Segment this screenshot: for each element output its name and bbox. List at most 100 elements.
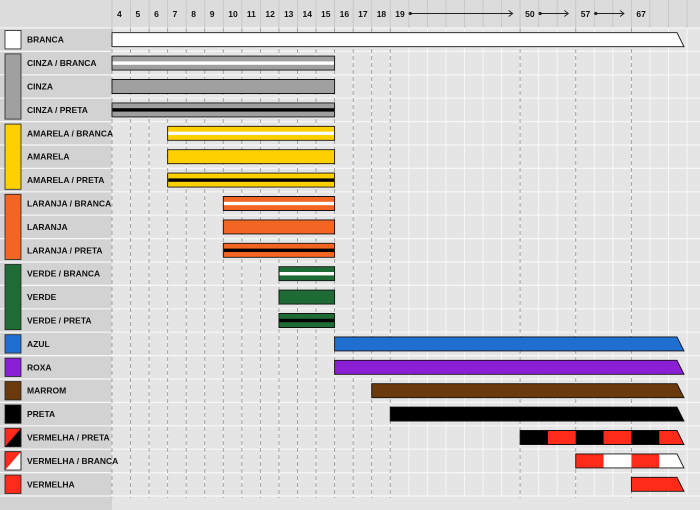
bar-vermelha-preta-segment xyxy=(547,430,577,445)
row-label-laranja-preta: LARANJA / PRETA xyxy=(27,245,103,255)
swatch-azul xyxy=(4,334,22,354)
swatch-verde xyxy=(4,264,22,331)
row-label-cinza: CINZA xyxy=(27,82,53,92)
bar-preta-body xyxy=(389,406,685,422)
swatch-roxa xyxy=(4,357,22,377)
swatch-marrom xyxy=(4,381,22,401)
row-label-vermelha-branca: VERMELHA / BRANCA xyxy=(27,456,118,466)
bar-laranja-preta xyxy=(222,242,336,258)
x-tick-label-12: 12 xyxy=(265,9,275,19)
x-tick-label-10: 10 xyxy=(228,9,238,19)
row-label-marrom: MARROM xyxy=(27,386,66,396)
bar-laranja-preta-stripe xyxy=(223,248,334,252)
x-tick-label-6: 6 xyxy=(154,9,159,19)
row-label-branca: BRANCA xyxy=(27,35,64,45)
bar-cinza-body xyxy=(111,79,336,94)
row-label-azul: AZUL xyxy=(27,339,50,349)
row-label-preta: PRETA xyxy=(27,409,55,419)
bar-amarela-preta-stripe xyxy=(168,178,334,182)
bar-vermelha-preta-segments xyxy=(520,430,684,445)
row-label-laranja-branca: LARANJA / BRANCA xyxy=(27,199,111,209)
x-tick-label-16: 16 xyxy=(340,9,350,19)
bar-cinza-branca-stripe xyxy=(112,61,334,65)
bar-marrom xyxy=(371,383,685,399)
swatch-vermelha xyxy=(4,474,22,494)
bar-laranja-branca xyxy=(222,196,336,211)
bar-vermelha-preta-segment xyxy=(631,430,660,445)
x-tick-label-17: 17 xyxy=(358,9,368,19)
swatch-preta xyxy=(4,404,22,424)
bar-azul-body xyxy=(334,336,685,352)
bar-vermelha-preta-segment xyxy=(603,430,632,445)
swatch-laranja xyxy=(4,193,22,260)
bar-laranja-branca-stripe xyxy=(223,201,334,206)
bar-vermelha-branca-segment xyxy=(603,453,632,468)
swatch-cinza xyxy=(4,53,22,120)
row-label-cinza-preta: CINZA / PRETA xyxy=(27,105,88,115)
bar-vermelha-preta xyxy=(519,430,685,445)
x-tick-label-18: 18 xyxy=(377,9,387,19)
bar-cinza-branca xyxy=(111,55,336,71)
bar-laranja-body xyxy=(222,219,336,235)
x-arrow-dot-19 xyxy=(408,11,412,16)
bar-amarela-branca xyxy=(167,125,336,141)
x-tick-label-15: 15 xyxy=(321,9,331,19)
x-arrow-dot-50 xyxy=(538,11,542,16)
bar-amarela-preta xyxy=(167,172,336,188)
bar-vermelha-branca-segment xyxy=(631,453,660,468)
row-label-verde: VERDE xyxy=(27,292,57,302)
bar-vermelha-body xyxy=(630,476,685,492)
swatch-branca xyxy=(4,30,22,50)
x-tick-label-57: 57 xyxy=(581,9,591,19)
bar-vermelha-preta-segment xyxy=(575,430,605,445)
bar-verde-preta-stripe xyxy=(279,318,334,323)
bar-azul xyxy=(334,336,685,352)
bar-marrom-body xyxy=(371,383,685,399)
bar-vermelha-branca-segments xyxy=(575,453,684,468)
x-tick-label-5: 5 xyxy=(136,9,141,19)
x-tick-label-4: 4 xyxy=(117,9,122,19)
bar-laranja xyxy=(222,219,336,235)
x-tick-label-7: 7 xyxy=(173,9,178,19)
row-label-amarela-branca: AMARELA / BRANCA xyxy=(27,128,113,138)
bar-vermelha-branca xyxy=(575,453,685,469)
bar-vermelha-branca-segment xyxy=(575,453,605,468)
bar-verde-preta xyxy=(278,313,336,328)
bar-branca-body xyxy=(111,32,685,48)
x-tick-label-9: 9 xyxy=(210,9,215,19)
bar-branca xyxy=(111,32,685,48)
bar-preta xyxy=(389,406,685,422)
swatch-amarela xyxy=(4,123,22,190)
row-label-amarela-preta: AMARELA / PRETA xyxy=(27,175,104,185)
row-label-amarela: AMARELA xyxy=(27,152,70,162)
belt-age-chart: 4 5 6 7 8 9 10 11 12 13 14 15 16 17 18 19 50 57 67 BRANCAC… xyxy=(0,0,700,510)
x-tick-label-14: 14 xyxy=(303,9,313,19)
x-tick-label-50: 50 xyxy=(525,9,535,19)
bar-vermelha xyxy=(630,476,685,492)
x-tick-label-67: 67 xyxy=(636,9,646,19)
bar-vermelha-preta-segment xyxy=(520,430,549,445)
row-label-vermelha-preta: VERMELHA / PRETA xyxy=(27,433,110,443)
x-tick-label-11: 11 xyxy=(247,9,256,19)
bar-amarela xyxy=(167,149,336,165)
bar-cinza xyxy=(111,79,336,94)
x-arrow-dot-57 xyxy=(594,11,598,16)
x-tick-label-19: 19 xyxy=(395,9,405,19)
bar-verde-body xyxy=(278,289,336,305)
x-tick-label-8: 8 xyxy=(191,9,196,19)
row-label-roxa: ROXA xyxy=(27,362,52,372)
bar-verde-branca-stripe xyxy=(279,272,334,276)
row-label-laranja: LARANJA xyxy=(27,222,68,232)
x-tick-label-13: 13 xyxy=(284,9,294,19)
bar-roxa-body xyxy=(334,359,685,375)
bar-cinza-preta xyxy=(111,102,336,118)
row-label-vermelha: VERMELHA xyxy=(27,479,75,489)
row-label-verde-preta: VERDE / PRETA xyxy=(27,316,92,326)
row-label-verde-branca: VERDE / BRANCA xyxy=(27,269,100,279)
row-label-cinza-branca: CINZA / BRANCA xyxy=(27,58,97,68)
bar-cinza-preta-stripe xyxy=(112,108,334,112)
bar-verde xyxy=(278,289,336,305)
bar-verde-branca xyxy=(278,266,336,282)
bar-amarela-branca-stripe xyxy=(168,131,334,135)
bar-amarela-body xyxy=(167,149,336,165)
